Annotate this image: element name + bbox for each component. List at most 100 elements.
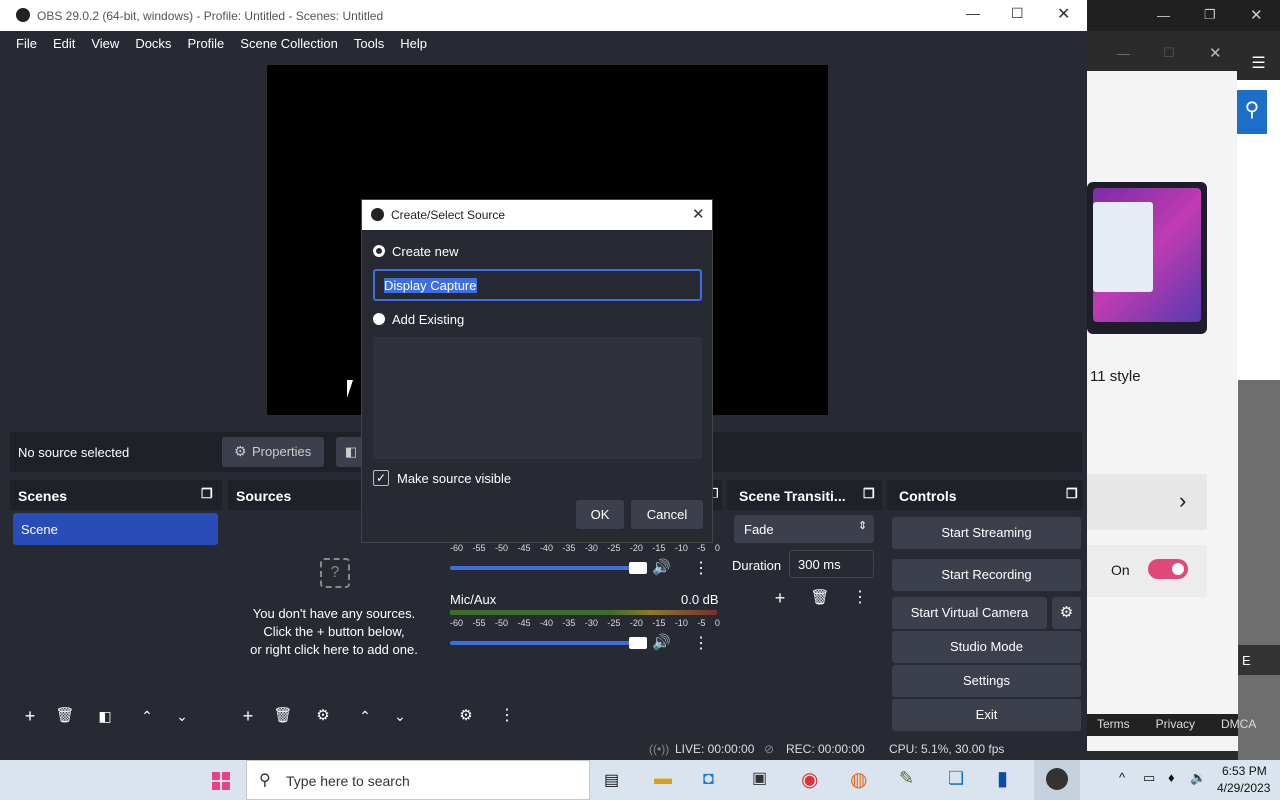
create-new-label: Create new [392,244,459,259]
source-name-input[interactable]: Display Capture [373,269,702,301]
live-status: LIVE: 00:00:00 [675,742,755,756]
exit-button[interactable]: Exit [892,699,1081,731]
create-new-radio[interactable] [373,245,385,257]
menu-file[interactable]: File [16,36,37,51]
transition-menu-icon[interactable]: ⋮ [847,585,873,611]
track-menu-icon[interactable]: ⋮ [693,558,709,578]
volume-slider-handle-2[interactable] [629,637,647,649]
volume-slider-1[interactable] [450,566,647,570]
menu-tools[interactable]: Tools [354,36,384,51]
studio-mode-button[interactable]: Studio Mode [892,631,1081,663]
start-virtual-camera-button[interactable]: Start Virtual Camera [892,597,1047,629]
ok-button[interactable]: OK [576,500,624,529]
terminal-icon[interactable]: ▣ [752,768,767,788]
empty-line-3: or right click here to add one. [250,642,418,657]
menu-scene-collection[interactable]: Scene Collection [240,36,338,51]
transitions-undock-icon[interactable]: ❐ [863,486,875,502]
clock-date[interactable]: 4/29/2023 [1217,781,1270,795]
transitions-dock: Scene Transiti... ❐ Fade ⇕ Duration 300 … [727,480,882,732]
clock-time[interactable]: 6:53 PM [1222,764,1267,778]
obs-taskbar-button[interactable] [1034,760,1080,800]
track-menu-icon-2[interactable]: ⋮ [693,633,709,653]
undock-icon[interactable]: ❐ [201,486,213,502]
settings-button[interactable]: Settings [892,665,1081,697]
remove-transition-icon[interactable]: 🗑 [807,585,833,611]
add-transition-icon[interactable]: + [767,585,793,611]
scene-item[interactable]: Scene [13,513,218,545]
chrome-icon[interactable]: ◉ [801,767,818,792]
cancel-button[interactable]: Cancel [631,500,703,529]
make-visible-checkbox[interactable]: ✓ [373,470,389,486]
menu-docks[interactable]: Docks [135,36,171,51]
footer-link-privacy[interactable]: Privacy [1156,717,1195,736]
controls-undock-icon[interactable]: ❐ [1066,486,1078,502]
move-down-icon[interactable]: ⌄ [169,703,195,729]
mixer-settings-icon[interactable]: ⚙ [453,703,479,729]
dialog-close-icon[interactable]: ✕ [692,205,705,223]
menu-bar: File Edit View Docks Profile Scene Colle… [0,31,1087,55]
rec-icon: ⊘ [764,742,775,756]
tray-chevron-icon[interactable]: ^ [1119,770,1125,785]
close-icon[interactable]: ✕ [1250,6,1263,24]
toggle-label: On [1111,562,1130,578]
mixer-menu-icon[interactable]: ⋮ [494,703,520,729]
app-icon[interactable]: ✎ [899,768,914,789]
side-letter: E [1238,645,1280,675]
menu-profile[interactable]: Profile [187,36,224,51]
footer-link-terms[interactable]: Terms [1097,717,1130,736]
pinned-app-icon[interactable]: ▮ [997,766,1008,791]
no-source-label: No source selected [18,445,130,460]
hamburger-menu-icon[interactable]: ☰ [1237,50,1280,80]
volume-slider-handle-1[interactable] [629,562,647,574]
remote-icon[interactable]: ❏ [948,768,964,789]
tab-close-icon[interactable]: ✕ [1209,44,1222,62]
volume-icon[interactable]: 🔉 [1190,770,1206,786]
toggle-switch[interactable] [1148,559,1188,579]
dialog-titlebar: Create/Select Source ✕ [362,200,712,230]
transition-select[interactable]: Fade ⇕ [734,515,874,543]
start-recording-button[interactable]: Start Recording [892,559,1081,591]
volume-slider-2[interactable] [450,641,647,645]
add-existing-radio[interactable] [373,313,385,325]
speaker-icon[interactable]: 🔊 [652,558,671,576]
move-up-icon[interactable]: ⌃ [134,703,160,729]
microphone-icon[interactable]: ♦ [1168,770,1175,785]
obs-logo-icon [371,208,384,221]
source-settings-icon[interactable]: ⚙ [310,703,336,729]
speaker-icon-2[interactable]: 🔊 [652,633,671,651]
menu-view[interactable]: View [91,36,119,51]
virtual-camera-settings-icon[interactable]: ⚙ [1052,597,1081,629]
minimize-icon[interactable]: — [1157,8,1170,23]
close-icon[interactable]: ✕ [1057,4,1070,24]
maximize-icon[interactable]: ☐ [1011,5,1024,22]
add-scene-icon[interactable]: + [17,703,43,729]
next-card[interactable]: › [1087,474,1207,530]
scene-filters-icon[interactable]: ◧ [92,703,118,729]
obs-taskbar-icon [1046,768,1068,790]
properties-button[interactable]: ⚙ Properties [222,437,324,467]
start-windows-icon[interactable] [212,772,230,790]
footer-link-dmca[interactable]: DMCA [1221,717,1256,736]
tab-maximize-icon[interactable]: ☐ [1163,45,1175,61]
menu-help[interactable]: Help [400,36,427,51]
start-streaming-button[interactable]: Start Streaming [892,517,1081,549]
remove-source-icon[interactable]: 🗑 [270,703,296,729]
file-explorer-icon[interactable]: ▬ [654,768,672,789]
maximize-icon[interactable]: ❐ [1204,7,1216,23]
source-up-icon[interactable]: ⌃ [352,703,378,729]
duration-input[interactable]: 300 ms [789,550,874,578]
task-view-icon[interactable]: ▤ [604,770,619,790]
remove-scene-icon[interactable]: 🗑 [52,703,78,729]
add-source-icon[interactable]: + [235,703,261,729]
taskbar-search-box[interactable]: ⚲ Type here to search [246,760,590,800]
scenes-dock: Scenes ❐ Scene + 🗑 ◧ ⌃ ⌄ [10,480,222,732]
menu-edit[interactable]: Edit [53,36,75,51]
minimize-icon[interactable]: — [966,5,980,21]
store-icon[interactable]: ◘ [703,768,714,789]
network-icon[interactable]: ▭ [1143,770,1155,786]
search-icon[interactable]: ⚲ [1237,90,1267,134]
existing-sources-list[interactable] [373,337,702,459]
tab-minimize-icon[interactable]: — [1117,46,1130,61]
source-down-icon[interactable]: ⌄ [387,703,413,729]
firefox-icon[interactable]: ◍ [850,767,867,792]
